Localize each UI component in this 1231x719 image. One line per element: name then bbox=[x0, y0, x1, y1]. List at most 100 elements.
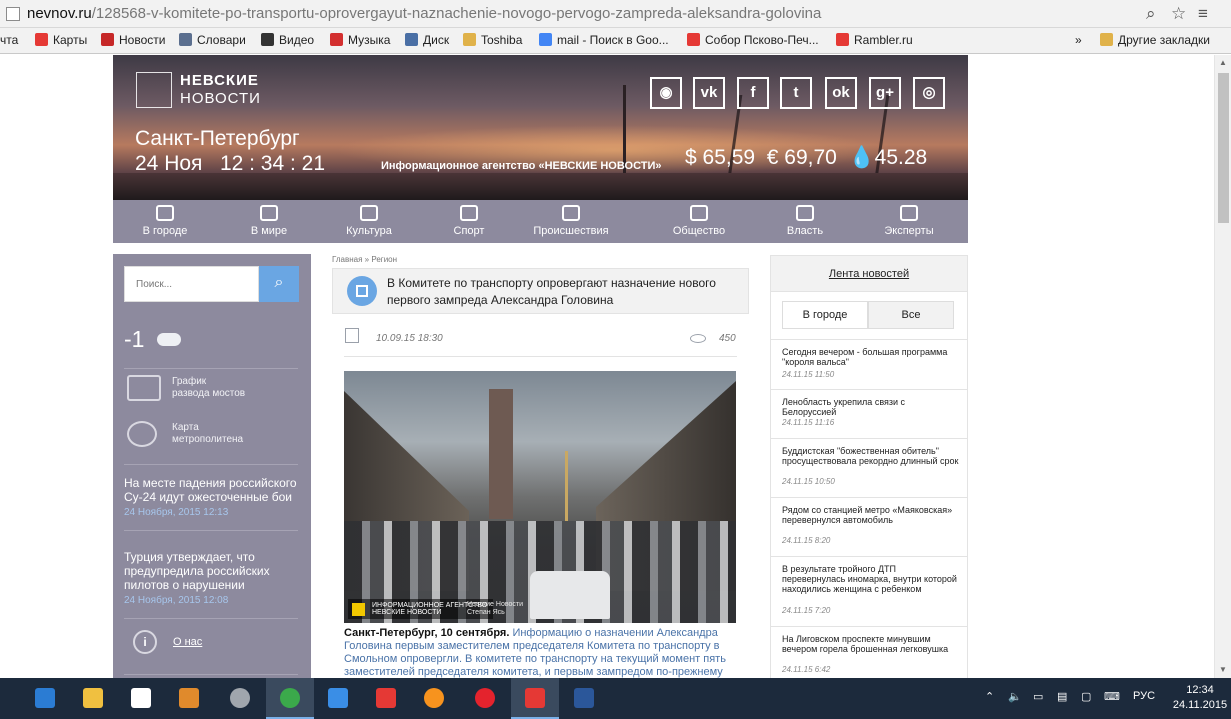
language-indicator[interactable]: РУС bbox=[1133, 690, 1155, 702]
nav-item[interactable]: Культура bbox=[331, 200, 407, 243]
page-scrollbar[interactable]: ▲ ▼ bbox=[1214, 55, 1231, 678]
article-lead: Санкт-Петербург, 10 сентября. bbox=[344, 627, 510, 639]
rss-icon[interactable]: ◉ bbox=[650, 77, 682, 109]
feed-item-title: Ленобласть укрепила связи с Белоруссией bbox=[782, 397, 906, 417]
google-plus-icon[interactable]: g+ bbox=[869, 77, 901, 109]
bookmark-item[interactable]: mail - Поиск в Goo... bbox=[539, 33, 669, 47]
tab-all[interactable]: Все bbox=[868, 301, 954, 329]
sidebar-news-title[interactable]: Турция утверждает, что предупредила росс… bbox=[124, 550, 298, 592]
tab-in-city[interactable]: В городе bbox=[782, 301, 868, 329]
search-icon: ⌕ bbox=[274, 274, 284, 291]
bookmark-item[interactable]: Новости bbox=[101, 33, 165, 47]
taskbar-app[interactable] bbox=[560, 678, 608, 719]
feed-item-title: Буддистская "божественная обитель" просу… bbox=[782, 446, 959, 466]
feed-item[interactable]: В результате тройного ДТП перевернулась … bbox=[771, 556, 967, 626]
nav-item[interactable]: Власть bbox=[767, 200, 843, 243]
bookmark-item[interactable]: Карты bbox=[35, 33, 87, 47]
article-title: В Комитете по транспорту опровергают наз… bbox=[387, 276, 716, 307]
article-photo[interactable]: ИНФОРМАЦИОННОЕ АГЕНТСТВО НЕВСКИЕ НОВОСТИ … bbox=[344, 371, 736, 623]
feed-item[interactable]: Сегодня вечером - большая программа "кор… bbox=[771, 339, 967, 389]
taskbar-app[interactable] bbox=[511, 678, 559, 719]
about-link[interactable]: О нас bbox=[173, 636, 202, 648]
volume-icon[interactable]: 🔈 bbox=[1008, 690, 1022, 703]
taskbar-app[interactable] bbox=[216, 678, 264, 719]
feed-item[interactable]: Ленобласть укрепила связи с Белоруссией 2… bbox=[771, 389, 967, 438]
taskbar-app[interactable] bbox=[410, 678, 458, 719]
taskbar-app[interactable] bbox=[362, 678, 410, 719]
zoom-icon[interactable]: ⌕ bbox=[1146, 4, 1156, 24]
bookmark-item[interactable]: Словари bbox=[179, 33, 246, 47]
nav-item[interactable]: Эксперты bbox=[871, 200, 947, 243]
bridges-schedule-link[interactable]: График разводa мостов bbox=[172, 376, 245, 400]
yandex-icon bbox=[836, 33, 849, 46]
menu-icon[interactable]: ≡ bbox=[1198, 4, 1208, 24]
article-date: 10.09.15 18:30 bbox=[376, 333, 443, 344]
bookmark-item[interactable]: Видео bbox=[261, 33, 314, 47]
feed-item[interactable]: Буддистская "божественная обитель" просу… bbox=[771, 438, 967, 497]
bookmark-item[interactable]: чта bbox=[0, 33, 18, 47]
ime-icon[interactable]: ⌨ bbox=[1104, 690, 1120, 703]
breadcrumb[interactable]: Главная » Регион bbox=[332, 255, 397, 264]
news-feed: Лента новостей В городе Все Сегодня вече… bbox=[770, 255, 968, 678]
nav-item[interactable]: В городе bbox=[127, 200, 203, 243]
site-header: НЕВСКИЕ НОВОСТИ Санкт-Петербург 24 Ноя 1… bbox=[113, 55, 968, 200]
news-feed-title[interactable]: Лента новостей bbox=[771, 256, 967, 292]
nav-item[interactable]: Общество bbox=[661, 200, 737, 243]
odnoklassniki-icon bbox=[424, 688, 444, 708]
nav-item-label: Культура bbox=[346, 225, 392, 237]
bookmark-star-icon[interactable]: ☆ bbox=[1171, 4, 1186, 24]
other-bookmarks-folder[interactable]: Другие закладки bbox=[1100, 33, 1210, 47]
bookmark-item[interactable]: Диск bbox=[405, 33, 449, 47]
bookmark-item[interactable]: Toshiba bbox=[463, 33, 522, 47]
notifications-icon[interactable]: ▢ bbox=[1081, 690, 1091, 703]
url-text[interactable]: nevnov.ru/128568-v-komitete-po-transport… bbox=[27, 5, 821, 22]
yandex-icon bbox=[687, 33, 700, 46]
bookmark-item[interactable]: Rambler.ru bbox=[836, 33, 913, 47]
taskbar-app[interactable] bbox=[117, 678, 165, 719]
taskbar-app[interactable] bbox=[266, 678, 314, 719]
taskbar-app[interactable] bbox=[21, 678, 69, 719]
city-hall-icon bbox=[156, 205, 174, 221]
tray-up-icon[interactable]: ⌃ bbox=[985, 690, 994, 703]
facebook-icon[interactable]: f bbox=[737, 77, 769, 109]
nav-item[interactable]: В мире bbox=[231, 200, 307, 243]
cloud-icon bbox=[157, 333, 181, 346]
taskbar-app[interactable] bbox=[69, 678, 117, 719]
city-name: Санкт-Петербург bbox=[135, 127, 300, 150]
nav-item[interactable]: Происшествия bbox=[533, 200, 609, 243]
temperature: -1 bbox=[124, 326, 145, 352]
vk-icon[interactable]: vk bbox=[693, 77, 725, 109]
nav-item-label: Власть bbox=[786, 225, 824, 237]
media-player-icon bbox=[179, 688, 199, 708]
current-datetime: 24 Ноя 12 : 34 : 21 bbox=[135, 152, 326, 175]
scroll-thumb[interactable] bbox=[1218, 73, 1229, 223]
feed-item[interactable]: На Лиговском проспекте минувшим вечером … bbox=[771, 626, 967, 678]
photo-credit: Невские Новости Степан Ясь bbox=[467, 601, 523, 616]
scroll-down-icon[interactable]: ▼ bbox=[1219, 665, 1227, 674]
sidebar-news-title[interactable]: На месте падения российского Су-24 идут … bbox=[124, 476, 298, 504]
instagram-icon[interactable]: ◎ bbox=[913, 77, 945, 109]
network-icon[interactable]: ▤ bbox=[1057, 690, 1067, 703]
nav-item[interactable]: Спорт bbox=[431, 200, 507, 243]
bookmark-item[interactable]: Собор Псково-Печ... bbox=[687, 33, 819, 47]
bookmarks-more-button[interactable]: » bbox=[1075, 33, 1082, 47]
bookmark-item[interactable]: Музыка bbox=[330, 33, 390, 47]
white-car bbox=[530, 571, 610, 619]
metro-map-link[interactable]: Карта метрополитена bbox=[172, 422, 243, 446]
odnoklassniki-icon[interactable]: ok bbox=[825, 77, 857, 109]
site-logo[interactable]: НЕВСКИЕ НОВОСТИ bbox=[136, 72, 286, 112]
system-clock[interactable]: 12:34 24.11.2015 bbox=[1172, 683, 1228, 713]
battery-icon[interactable]: ▭ bbox=[1033, 690, 1043, 703]
search-input[interactable]: Поиск... bbox=[124, 266, 259, 302]
taskbar-app[interactable] bbox=[461, 678, 509, 719]
nav-item-label: Эксперты bbox=[884, 225, 934, 237]
oil-price: 45.28 bbox=[874, 146, 928, 169]
feed-item[interactable]: Рядом со станцией метро «Маяковская» пер… bbox=[771, 497, 967, 556]
eye-icon bbox=[690, 334, 706, 343]
scroll-up-icon[interactable]: ▲ bbox=[1219, 58, 1227, 67]
twitter-icon[interactable]: t bbox=[780, 77, 812, 109]
taskbar-app[interactable] bbox=[165, 678, 213, 719]
address-bar[interactable]: nevnov.ru/128568-v-komitete-po-transport… bbox=[0, 0, 1231, 28]
search-button[interactable]: ⌕ bbox=[259, 266, 299, 302]
taskbar-app[interactable] bbox=[314, 678, 362, 719]
